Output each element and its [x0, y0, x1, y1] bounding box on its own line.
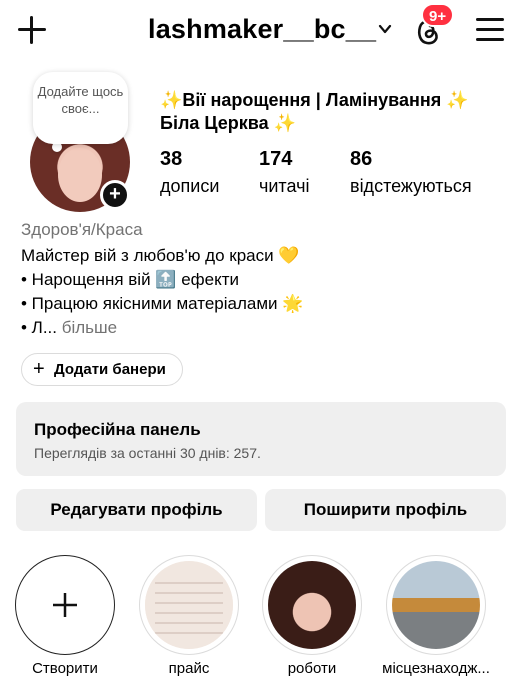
highlight-create[interactable]: Створити [15, 555, 115, 677]
stat-posts-value: 38 [160, 148, 183, 170]
highlight-ring [15, 555, 115, 655]
share-profile-button[interactable]: Поширити профіль [265, 489, 506, 531]
highlight-works[interactable]: роботи [262, 555, 362, 677]
bio: Майстер вій з любов'ю до краси 💛 • Нарощ… [21, 244, 501, 340]
stat-followers[interactable]: 174 читачі [259, 148, 309, 197]
highlight-cover-price [145, 561, 233, 649]
stat-following-value: 86 [350, 148, 373, 170]
highlight-ring [386, 555, 486, 655]
stat-posts[interactable]: 38 дописи [160, 148, 219, 197]
stat-posts-label: дописи [160, 176, 220, 196]
avatar-face [58, 148, 102, 202]
highlight-price[interactable]: прайс [139, 555, 239, 677]
full-name: ✨Вії нарощення | Ламінування ✨ Біла Церк… [160, 89, 500, 135]
create-plus-icon[interactable] [16, 14, 48, 46]
add-banners-label: Додати банери [54, 361, 166, 378]
stat-followers-label: читачі [259, 176, 310, 196]
highlight-label: прайс [168, 660, 210, 677]
bio-line: • Нарощення вій 🔝 ефекти [21, 270, 239, 289]
highlight-ring [139, 555, 239, 655]
bio-line: Майстер вій з любов'ю до краси 💛 [21, 246, 300, 265]
bio-line: • Працюю якісними матеріалами 🌟 [21, 294, 304, 313]
stat-following[interactable]: 86 відстежуються [350, 148, 472, 197]
full-name-line1: ✨Вії нарощення | Ламінування ✨ [160, 90, 469, 110]
bio-truncated-text: • Л... [21, 318, 58, 337]
full-name-line2: Біла Церква ✨ [160, 113, 297, 133]
highlight-label: Створити [32, 660, 98, 677]
notifications-badge[interactable]: 9+ [421, 3, 455, 27]
highlight-location[interactable]: місцезнаходж... [382, 555, 490, 677]
category-label: Здоров'я/Краса [21, 220, 143, 239]
hamburger-menu-icon[interactable] [476, 18, 504, 42]
plus-icon: + [33, 358, 45, 380]
highlight-label: роботи [287, 660, 337, 677]
price-list-thumbnail [145, 561, 233, 649]
bio-line-truncated: • Л... більше [21, 316, 501, 340]
plus-icon [53, 593, 77, 617]
stat-following-label: відстежуються [350, 176, 472, 196]
top-bar: lashmaker__bc__ 9+ [0, 0, 522, 62]
highlight-cover-works [268, 561, 356, 649]
highlight-ring [262, 555, 362, 655]
edit-profile-button[interactable]: Редагувати профіль [16, 489, 257, 531]
note-bubble[interactable]: Додайте щось своє... [33, 72, 128, 144]
more-link[interactable]: більше [62, 318, 117, 337]
chevron-down-icon[interactable] [378, 22, 392, 36]
highlight-label: місцезнаходж... [382, 660, 490, 677]
professional-dashboard[interactable]: Професійна панель Переглядів за останні … [16, 402, 506, 476]
panel-subtitle: Переглядів за останні 30 днів: 257. [34, 445, 261, 461]
panel-title: Професійна панель [34, 420, 201, 439]
add-banners-button[interactable]: + Додати банери [21, 353, 183, 386]
username[interactable]: lashmaker__bc__ [148, 14, 376, 45]
highlight-cover-location [392, 561, 480, 649]
add-story-plus-icon[interactable]: + [100, 180, 130, 210]
stat-followers-value: 174 [259, 148, 293, 170]
